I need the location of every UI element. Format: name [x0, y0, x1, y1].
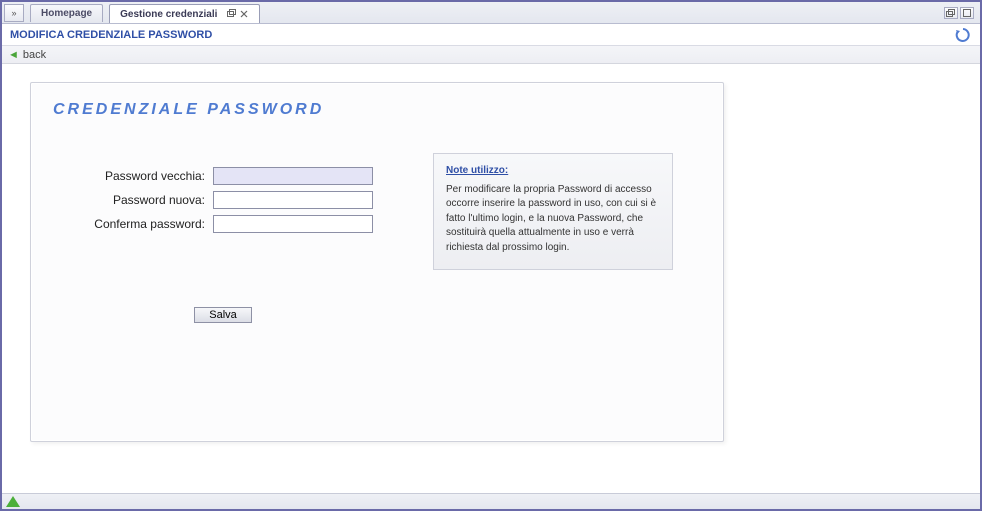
page-header: MODIFICA CREDENZIALE PASSWORD	[2, 24, 980, 46]
status-bar	[2, 493, 980, 509]
tab-icon-group	[227, 9, 249, 19]
panel-body: Password vecchia: Password nuova: Confer…	[53, 167, 701, 323]
tab-window-icon[interactable]	[227, 9, 237, 19]
window-controls	[944, 4, 974, 22]
form-row-new-password: Password nuova:	[53, 191, 393, 209]
form-row-old-password: Password vecchia:	[53, 167, 393, 185]
tab-homepage[interactable]: Homepage	[30, 4, 103, 22]
tab-expand-button[interactable]: »	[4, 4, 24, 22]
tab-label: Homepage	[41, 8, 92, 19]
back-arrow-icon: ◄	[8, 49, 19, 61]
tab-gestione-credenziali[interactable]: Gestione credenziali	[109, 4, 260, 23]
usage-note-box: Note utilizzo: Per modificare la propria…	[433, 153, 673, 270]
refresh-icon[interactable]	[954, 26, 972, 44]
old-password-input[interactable]	[213, 167, 373, 185]
status-indicator-icon[interactable]	[6, 496, 20, 507]
window-restore-icon[interactable]	[944, 7, 958, 19]
confirm-password-label: Conferma password:	[53, 217, 213, 231]
save-row: Salva	[53, 307, 393, 323]
new-password-input[interactable]	[213, 191, 373, 209]
window-maximize-icon[interactable]	[960, 7, 974, 19]
panel-title: CREDENZIALE PASSWORD	[53, 101, 701, 119]
confirm-password-input[interactable]	[213, 215, 373, 233]
note-body: Per modificare la propria Password di ac…	[446, 184, 656, 253]
back-link[interactable]: ◄ back	[2, 46, 980, 64]
form-row-confirm-password: Conferma password:	[53, 215, 393, 233]
credential-panel: CREDENZIALE PASSWORD Password vecchia: P…	[30, 82, 724, 442]
save-button[interactable]: Salva	[194, 307, 252, 323]
old-password-label: Password vecchia:	[53, 169, 213, 183]
app-frame: » Homepage Gestione credenziali	[0, 0, 982, 511]
note-title: Note utilizzo:	[446, 164, 660, 179]
new-password-label: Password nuova:	[53, 193, 213, 207]
main-area: CREDENZIALE PASSWORD Password vecchia: P…	[2, 64, 980, 493]
page-title: MODIFICA CREDENZIALE PASSWORD	[10, 29, 212, 41]
back-label: back	[23, 49, 46, 61]
tab-close-icon[interactable]	[239, 9, 249, 19]
tab-label: Gestione credenziali	[120, 9, 217, 20]
form-column: Password vecchia: Password nuova: Confer…	[53, 167, 393, 323]
tab-bar: » Homepage Gestione credenziali	[2, 2, 980, 24]
